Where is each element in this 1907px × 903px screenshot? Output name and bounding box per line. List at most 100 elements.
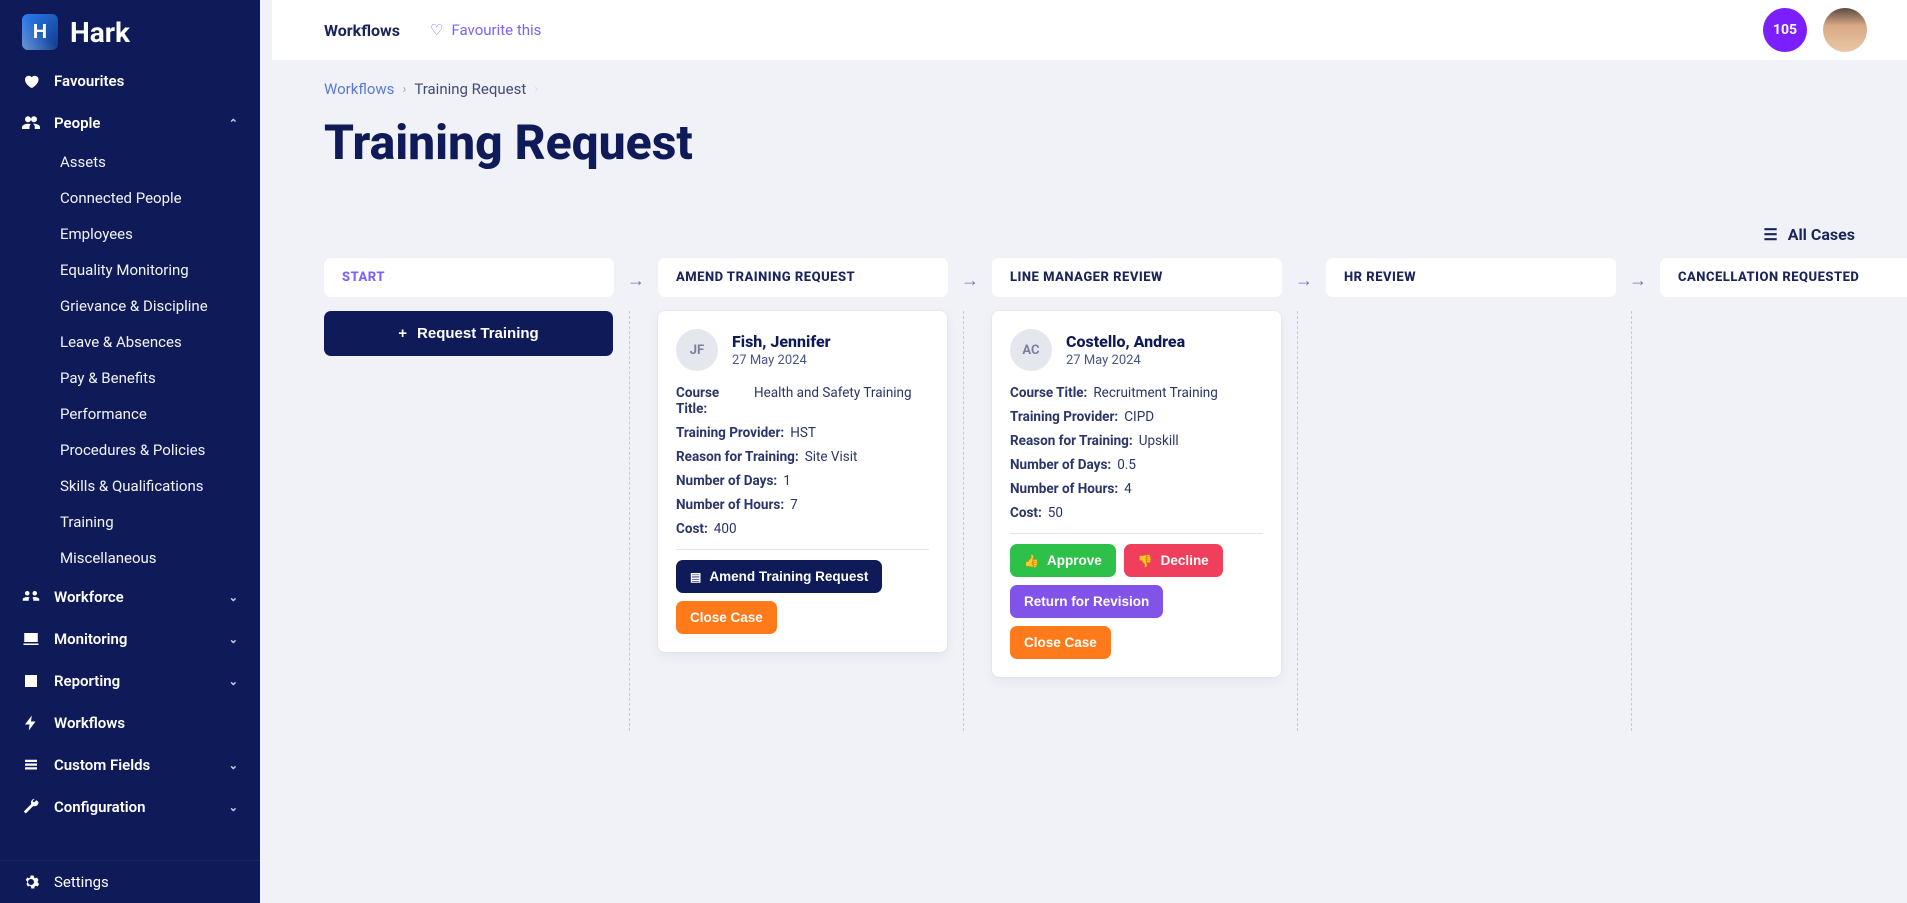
gear-icon bbox=[22, 873, 40, 891]
chevron-down-icon: ⌄ bbox=[229, 591, 238, 604]
arrow-right-icon: → bbox=[624, 258, 648, 302]
return-label: Return for Revision bbox=[1024, 594, 1149, 609]
subnav-employees[interactable]: Employees bbox=[60, 216, 260, 252]
chevron-right-icon: › bbox=[534, 82, 538, 97]
nav-configuration-label: Configuration bbox=[54, 798, 146, 816]
logo-text: Hark bbox=[70, 16, 130, 49]
nav-settings[interactable]: Settings bbox=[0, 860, 260, 903]
nav-reporting-label: Reporting bbox=[54, 672, 120, 690]
arrow-right-icon: → bbox=[958, 258, 982, 302]
cost-value: 400 bbox=[714, 521, 737, 537]
provider-label: Training Provider: bbox=[676, 425, 784, 441]
list-icon: ☰ bbox=[1763, 225, 1777, 244]
chevron-down-icon: ⌄ bbox=[229, 801, 238, 814]
app-logo[interactable]: H Hark bbox=[0, 0, 260, 60]
card-date: 27 May 2024 bbox=[1066, 353, 1185, 368]
chevron-down-icon: ⌄ bbox=[229, 759, 238, 772]
subnav-procedures-policies[interactable]: Procedures & Policies bbox=[60, 432, 260, 468]
nav-workforce[interactable]: Workforce ⌄ bbox=[0, 576, 260, 618]
all-cases-link[interactable]: ☰ All Cases bbox=[1763, 225, 1855, 244]
provider-label: Training Provider: bbox=[1010, 409, 1118, 425]
course-title-label: Course Title: bbox=[676, 385, 748, 417]
sidebar-bottom: Settings bbox=[0, 860, 260, 903]
hours-value: 4 bbox=[1124, 481, 1132, 497]
favourite-this-link[interactable]: ♡ Favourite this bbox=[430, 21, 541, 39]
card-date: 27 May 2024 bbox=[732, 353, 831, 368]
close-case-button[interactable]: Close Case bbox=[676, 601, 777, 634]
bolt-icon bbox=[22, 714, 40, 732]
hours-label: Number of Hours: bbox=[1010, 481, 1118, 497]
nav-monitoring[interactable]: Monitoring ⌄ bbox=[0, 618, 260, 660]
nav-favourites-label: Favourites bbox=[54, 72, 124, 90]
subnav-miscellaneous[interactable]: Miscellaneous bbox=[60, 540, 260, 576]
days-label: Number of Days: bbox=[676, 473, 777, 489]
nav-people-label: People bbox=[54, 114, 101, 132]
card-name: Fish, Jennifer bbox=[732, 332, 831, 351]
topbar: Workflows ♡ Favourite this 105 bbox=[272, 0, 1907, 60]
subnav-grievance-discipline[interactable]: Grievance & Discipline bbox=[60, 288, 260, 324]
breadcrumb-root[interactable]: Workflows bbox=[324, 80, 394, 98]
nav-configuration[interactable]: Configuration ⌄ bbox=[0, 786, 260, 828]
nav-reporting[interactable]: Reporting ⌄ bbox=[0, 660, 260, 702]
request-training-label: Request Training bbox=[417, 325, 539, 342]
wrench-icon bbox=[22, 798, 40, 816]
amend-training-request-button[interactable]: ▤Amend Training Request bbox=[676, 560, 882, 593]
heart-icon bbox=[22, 72, 40, 90]
clipboard-icon: ▤ bbox=[690, 570, 701, 584]
case-card[interactable]: JF Fish, Jennifer 27 May 2024 Course Tit… bbox=[658, 311, 947, 652]
subnav-skills-qualifications[interactable]: Skills & Qualifications bbox=[60, 468, 260, 504]
column-header-start: START bbox=[324, 258, 614, 297]
plus-icon: + bbox=[398, 325, 407, 342]
reason-label: Reason for Training: bbox=[1010, 433, 1133, 449]
case-card[interactable]: AC Costello, Andrea 27 May 2024 Course T… bbox=[992, 311, 1281, 677]
request-training-button[interactable]: + Request Training bbox=[324, 311, 613, 356]
subnav-training[interactable]: Training bbox=[60, 504, 260, 540]
arrow-right-icon: → bbox=[1292, 258, 1316, 302]
subnav-connected-people[interactable]: Connected People bbox=[60, 180, 260, 216]
days-value: 0.5 bbox=[1117, 457, 1136, 473]
provider-value: CIPD bbox=[1124, 409, 1154, 425]
sidebar: H Hark Favourites People ⌃ Assets Connec… bbox=[0, 0, 260, 903]
user-avatar[interactable] bbox=[1823, 8, 1867, 52]
subnav-equality-monitoring[interactable]: Equality Monitoring bbox=[60, 252, 260, 288]
course-title-label: Course Title: bbox=[1010, 385, 1087, 401]
course-title-value: Recruitment Training bbox=[1093, 385, 1218, 401]
logo-mark: H bbox=[22, 14, 58, 50]
column-header-lm: LINE MANAGER REVIEW bbox=[992, 258, 1282, 297]
notification-badge[interactable]: 105 bbox=[1763, 8, 1807, 52]
nav-favourites[interactable]: Favourites bbox=[0, 60, 260, 102]
heart-outline-icon: ♡ bbox=[430, 21, 443, 39]
nav-workflows[interactable]: Workflows bbox=[0, 702, 260, 744]
page-title: Training Request bbox=[324, 114, 1855, 171]
return-for-revision-button[interactable]: Return for Revision bbox=[1010, 585, 1163, 618]
column-header-hr: HR REVIEW bbox=[1326, 258, 1616, 297]
subnav-assets[interactable]: Assets bbox=[60, 144, 260, 180]
days-value: 1 bbox=[783, 473, 791, 489]
card-avatar: AC bbox=[1010, 329, 1052, 371]
nav-workflows-label: Workflows bbox=[54, 714, 125, 732]
all-cases-label: All Cases bbox=[1788, 225, 1855, 244]
close-case-label: Close Case bbox=[1024, 635, 1097, 650]
chevron-down-icon: ⌄ bbox=[229, 675, 238, 688]
subnav-pay-benefits[interactable]: Pay & Benefits bbox=[60, 360, 260, 396]
divider bbox=[1010, 533, 1263, 534]
chevron-down-icon: ⌄ bbox=[229, 633, 238, 646]
breadcrumb-current: Training Request bbox=[414, 80, 526, 98]
column-line-manager-review: LINE MANAGER REVIEW AC Costello, Andrea … bbox=[992, 258, 1282, 731]
close-case-label: Close Case bbox=[690, 610, 763, 625]
hours-value: 7 bbox=[790, 497, 798, 513]
people-icon bbox=[22, 114, 40, 132]
decline-button[interactable]: 👎Decline bbox=[1124, 544, 1223, 577]
breadcrumb: Workflows › Training Request › bbox=[324, 80, 1855, 98]
close-case-button[interactable]: Close Case bbox=[1010, 626, 1111, 659]
favourite-this-label: Favourite this bbox=[451, 21, 541, 39]
divider bbox=[676, 549, 929, 550]
card-name: Costello, Andrea bbox=[1066, 332, 1185, 351]
subnav-performance[interactable]: Performance bbox=[60, 396, 260, 432]
approve-button[interactable]: 👍Approve bbox=[1010, 544, 1116, 577]
nav-people[interactable]: People ⌃ bbox=[0, 102, 260, 144]
nav-custom-fields[interactable]: Custom Fields ⌄ bbox=[0, 744, 260, 786]
column-header-amend: AMEND TRAINING REQUEST bbox=[658, 258, 948, 297]
topbar-title: Workflows bbox=[324, 21, 400, 40]
subnav-leave-absences[interactable]: Leave & Absences bbox=[60, 324, 260, 360]
